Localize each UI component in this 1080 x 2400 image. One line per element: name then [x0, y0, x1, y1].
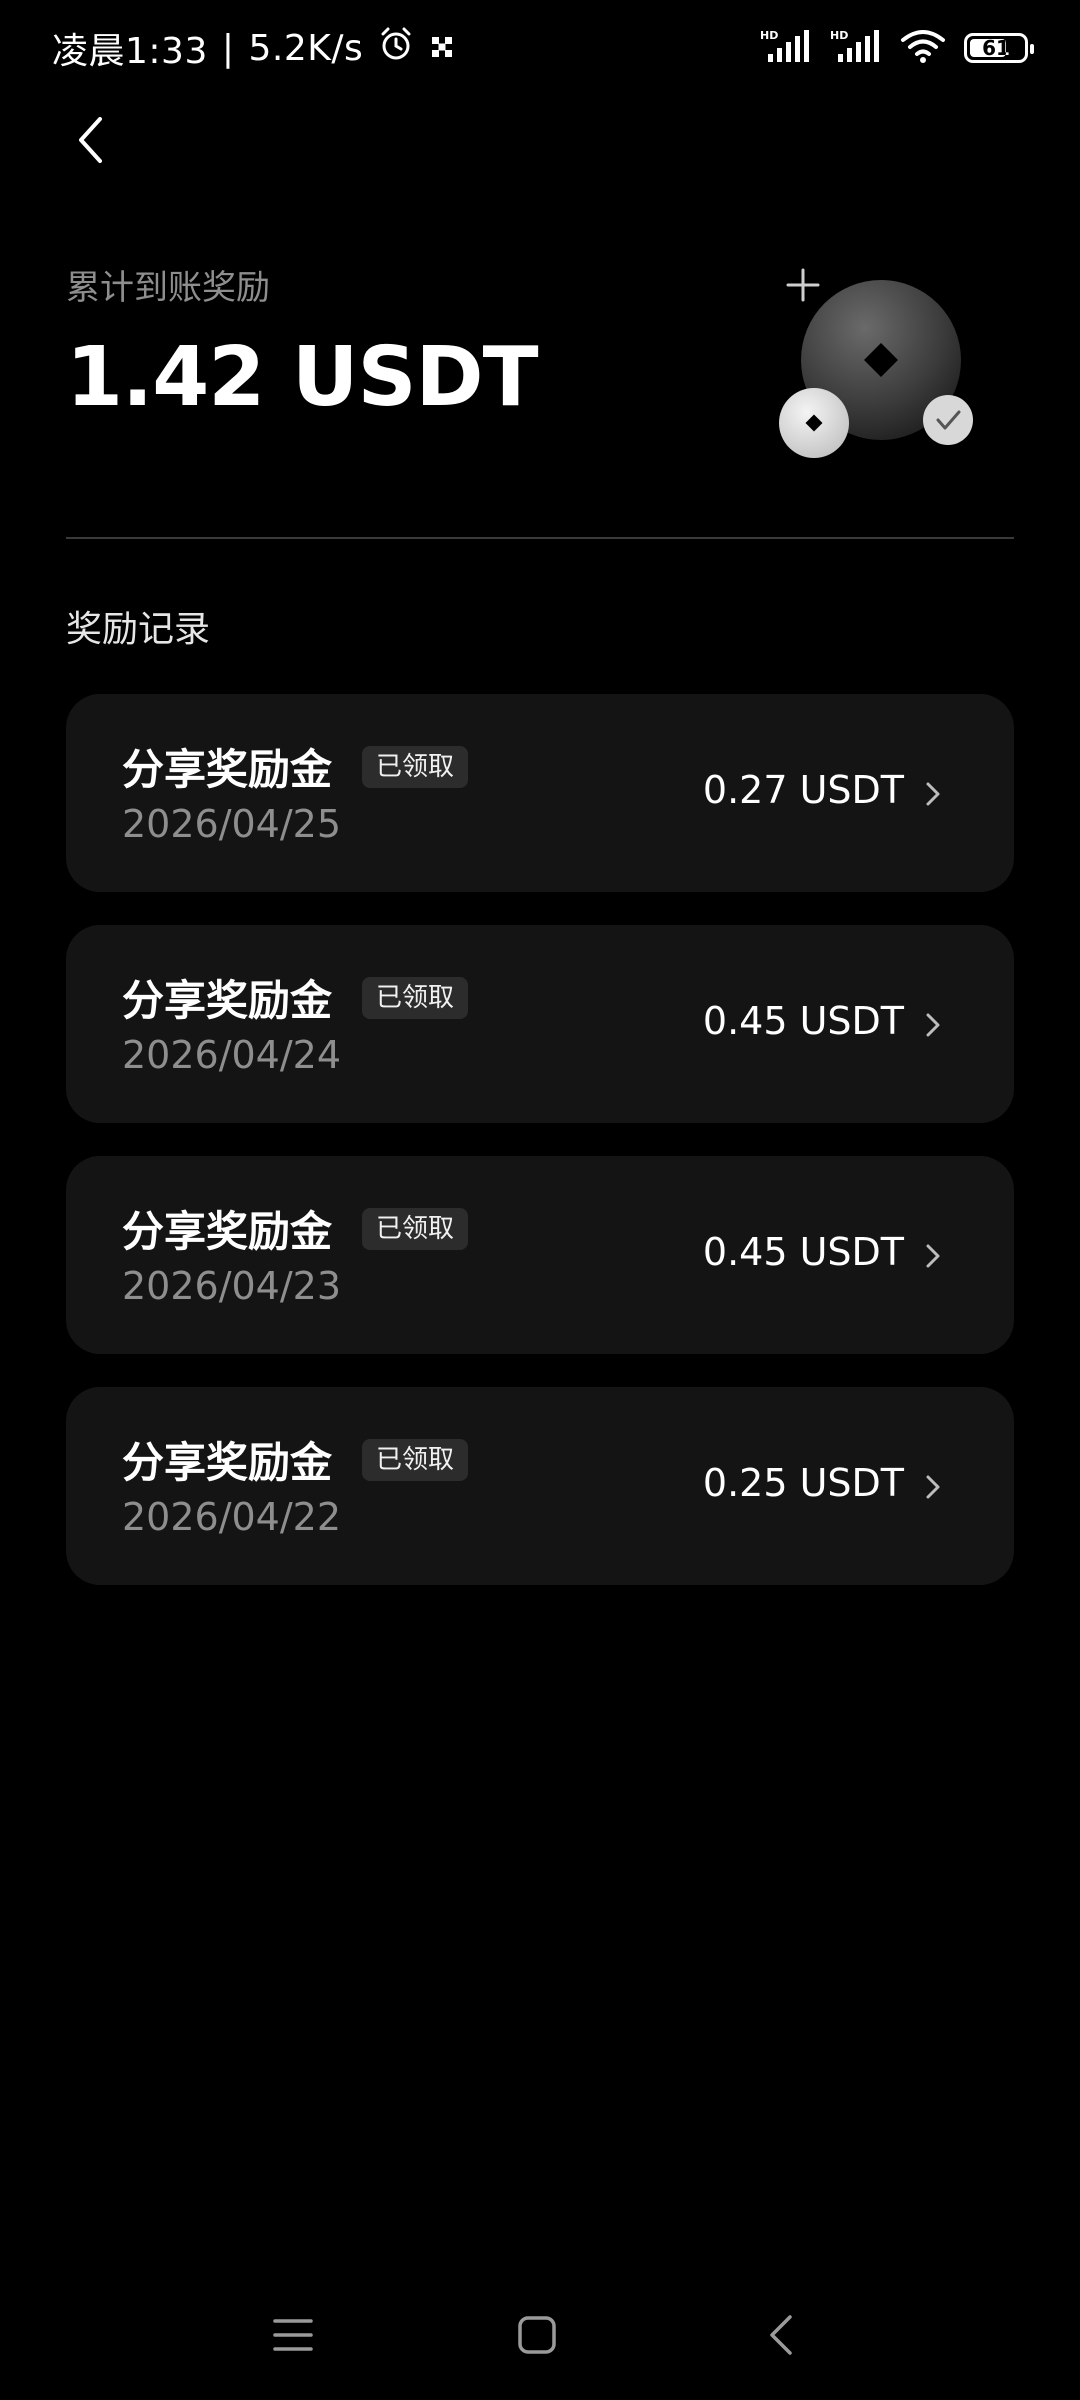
reward-date: 2026/04/24 — [122, 1033, 342, 1077]
reward-amount: 0.27 USDT — [702, 768, 904, 812]
back-button[interactable] — [62, 108, 118, 172]
menu-icon — [273, 2319, 313, 2351]
coin-illustration — [770, 250, 990, 470]
divider — [66, 537, 1014, 539]
battery-icon: 61 — [964, 33, 1034, 63]
reward-date: 2026/04/23 — [122, 1264, 342, 1308]
reward-amount: 0.45 USDT — [702, 999, 904, 1043]
system-nav-bar — [0, 2300, 1080, 2370]
reward-title: 分享奖励金 — [122, 1438, 333, 1487]
back-triangle-icon — [770, 2315, 792, 2355]
reward-records-list: 分享奖励金 已领取 2026/04/25 0.27 USDT 分享奖励金 已领取… — [66, 694, 1014, 1618]
signal-hd-icon: HD — [760, 28, 812, 68]
chevron-right-icon — [926, 782, 940, 806]
reward-amount: 0.25 USDT — [702, 1461, 904, 1505]
status-right: HD HD 61 — [760, 28, 1034, 68]
chevron-right-icon — [926, 1244, 940, 1268]
svg-text:HD: HD — [830, 29, 848, 42]
list-item[interactable]: 分享奖励金 已领取 2026/04/25 0.27 USDT — [66, 694, 1014, 892]
list-item[interactable]: 分享奖励金 已领取 2026/04/22 0.25 USDT — [66, 1387, 1014, 1585]
summary-amount: 1.42 USDT — [66, 330, 539, 425]
list-item[interactable]: 分享奖励金 已领取 2026/04/23 0.45 USDT — [66, 1156, 1014, 1354]
status-bar: 凌晨1:33 | 5.2K/s HD HD 61 — [0, 0, 1080, 96]
list-item[interactable]: 分享奖励金 已领取 2026/04/24 0.45 USDT — [66, 925, 1014, 1123]
chevron-right-icon — [926, 1013, 940, 1037]
wifi-icon — [900, 28, 946, 68]
chevron-right-icon — [926, 1475, 940, 1499]
reward-amount: 0.45 USDT — [702, 1230, 904, 1274]
reward-date: 2026/04/22 — [122, 1495, 342, 1539]
signal-hd-icon: HD — [830, 28, 882, 68]
system-back-button[interactable] — [746, 2300, 816, 2370]
home-square-icon — [518, 2316, 556, 2354]
status-left: 凌晨1:33 | 5.2K/s — [52, 22, 455, 74]
battery-level: 61 — [982, 36, 1010, 60]
app-notification-icon — [429, 28, 455, 69]
status-badge: 已领取 — [362, 1208, 469, 1250]
status-badge: 已领取 — [362, 1439, 469, 1481]
section-title: 奖励记录 — [66, 609, 211, 650]
status-separator: | — [221, 27, 235, 69]
menu-button[interactable] — [258, 2300, 328, 2370]
home-button[interactable] — [502, 2300, 572, 2370]
reward-date: 2026/04/25 — [122, 802, 342, 846]
reward-title: 分享奖励金 — [122, 976, 333, 1025]
svg-text:HD: HD — [760, 29, 778, 42]
summary-label: 累计到账奖励 — [66, 268, 270, 308]
reward-title: 分享奖励金 — [122, 1207, 333, 1256]
status-time: 凌晨1:33 — [52, 31, 208, 72]
reward-title: 分享奖励金 — [122, 745, 333, 794]
network-speed: 5.2K/s — [248, 27, 364, 69]
status-badge: 已领取 — [362, 977, 469, 1019]
status-badge: 已领取 — [362, 746, 469, 788]
chevron-left-icon — [79, 117, 102, 163]
alarm-icon — [377, 25, 415, 72]
